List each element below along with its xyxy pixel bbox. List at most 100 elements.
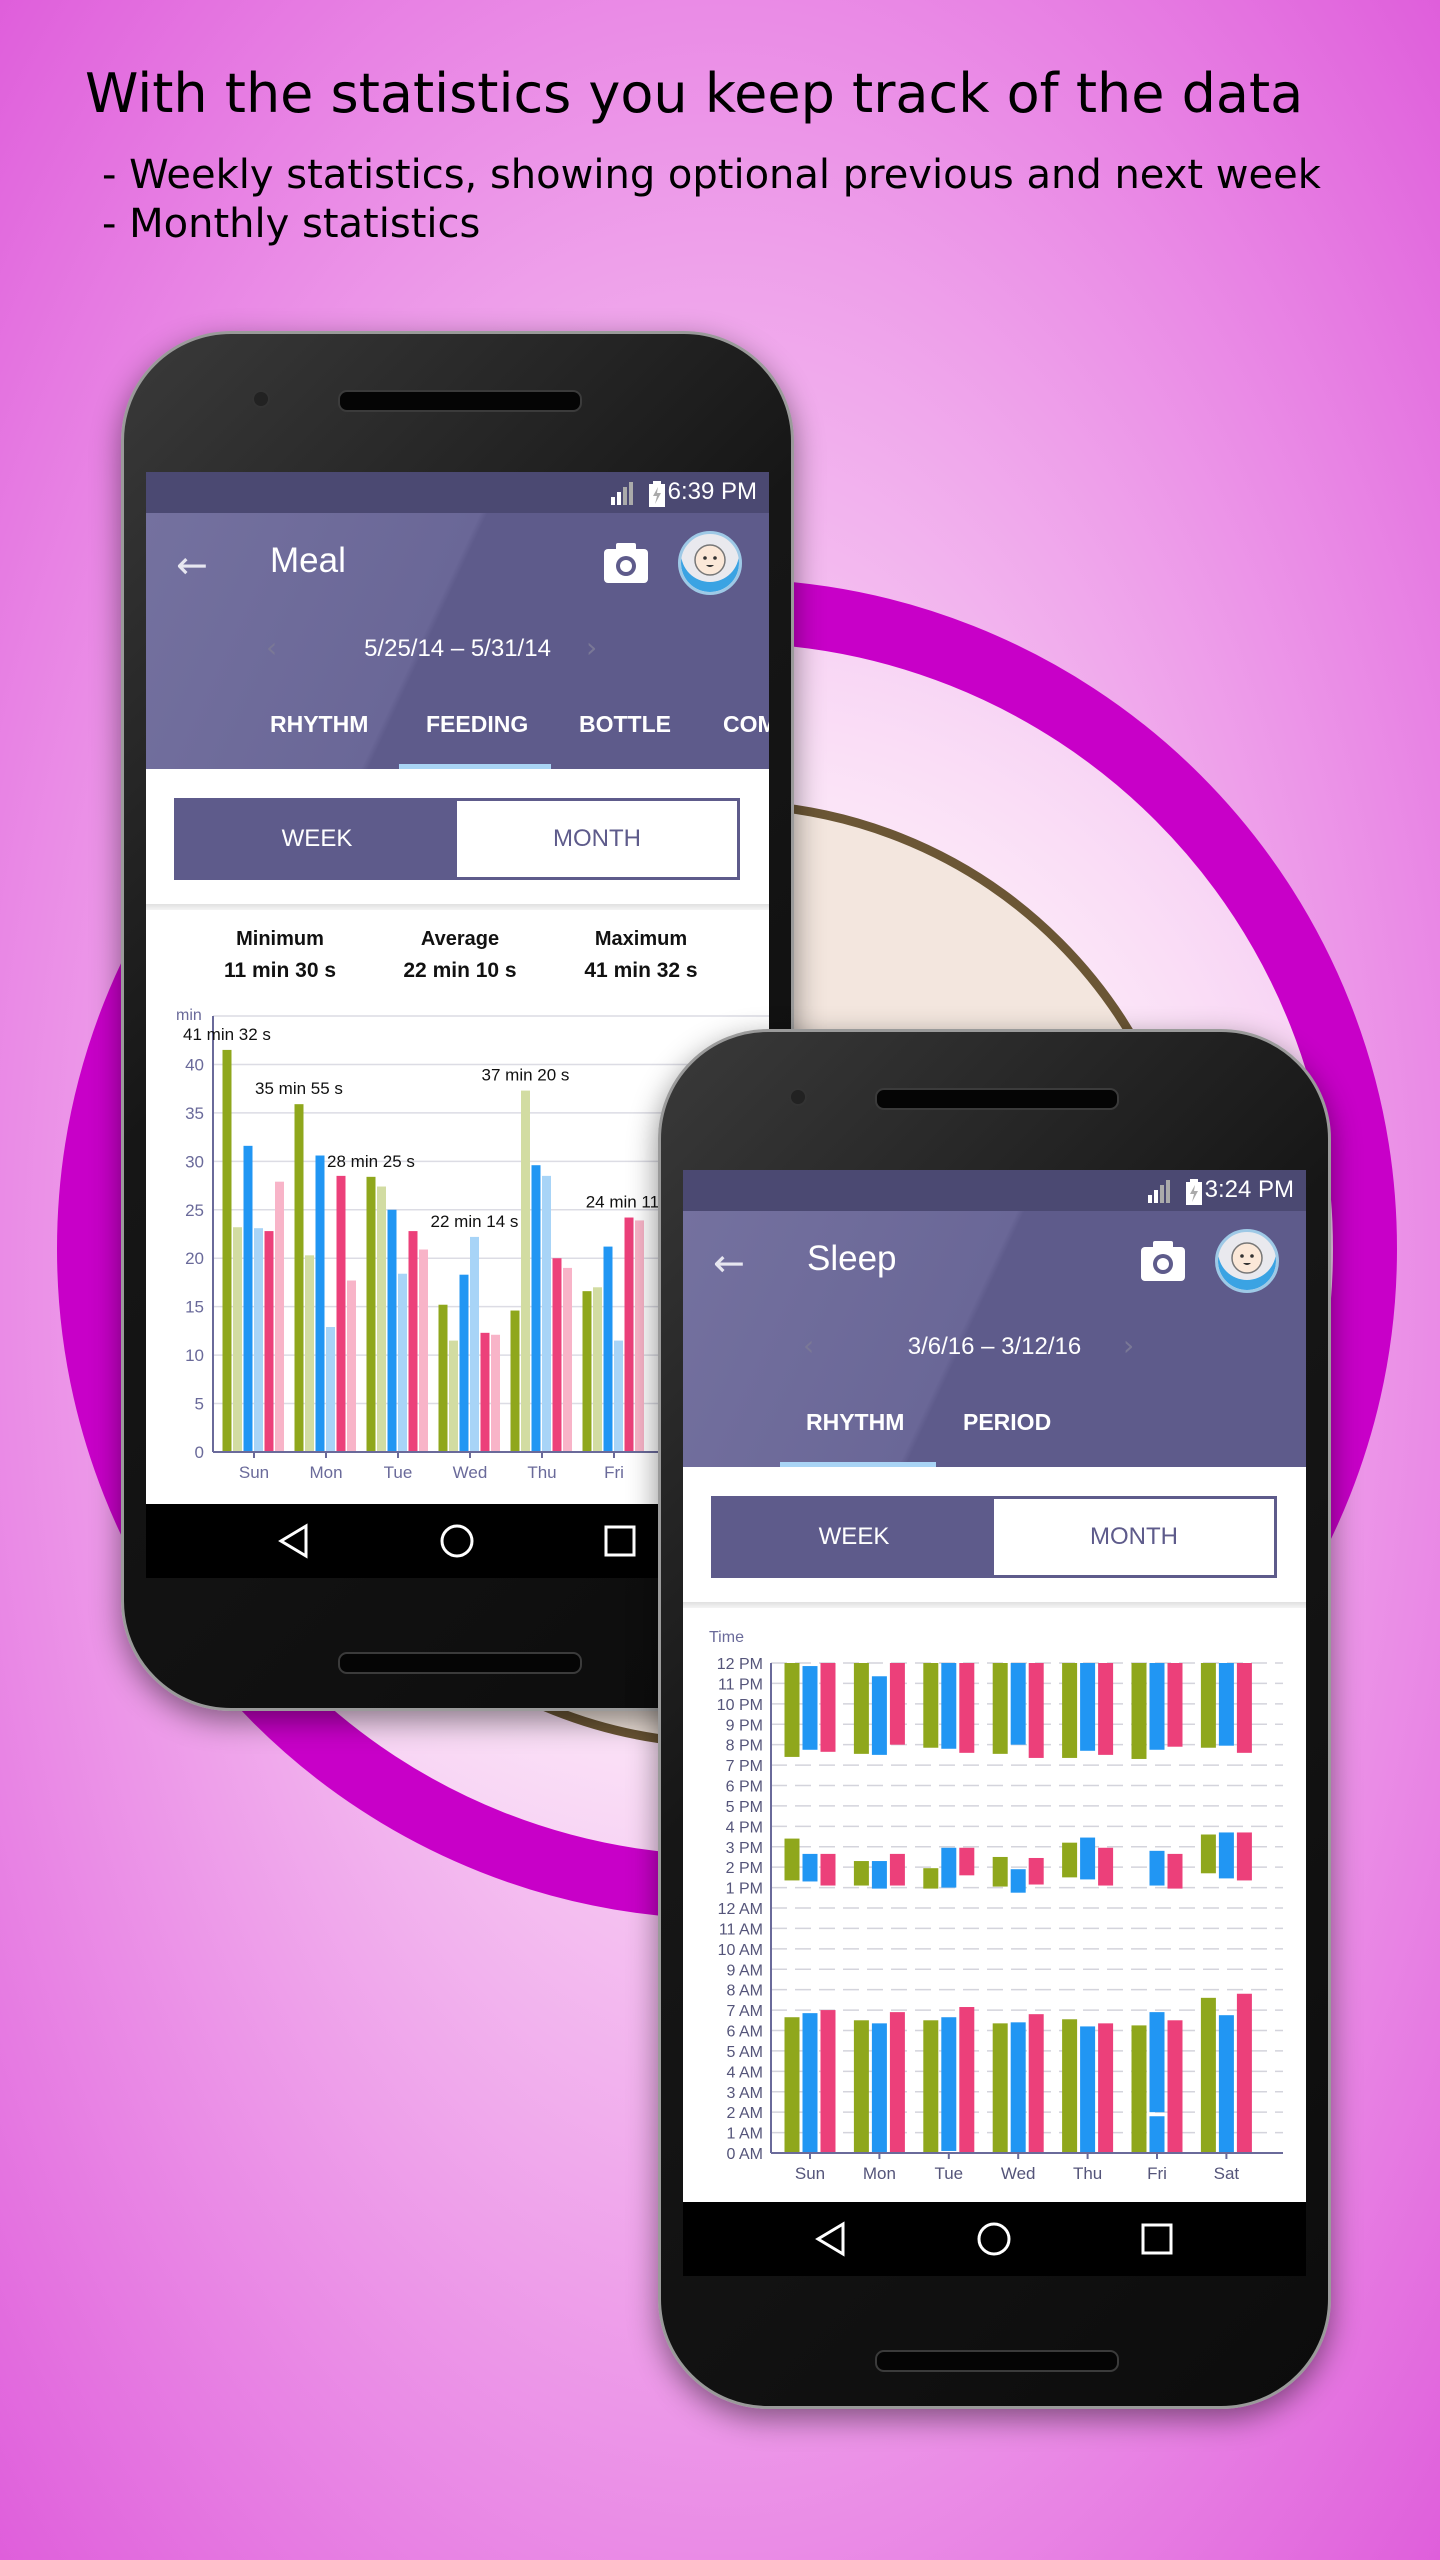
y-axis-label: min (176, 1007, 202, 1024)
sleep-bar-wed-2 (1028, 1663, 1044, 1758)
sleep-bar-sun-2 (820, 2010, 836, 2153)
bar-tue-1 (377, 1186, 386, 1452)
sleep-bar-fri-0 (1131, 2025, 1147, 2153)
sleep-bar-fri-0 (1131, 1663, 1147, 1759)
y-tick-label: 11 PM (718, 1676, 763, 1693)
y-tick-label: 12 AM (718, 1901, 763, 1918)
y-tick-label: 4 AM (727, 2064, 763, 2081)
sleep-bar-tue-1 (941, 1847, 957, 1888)
sleep-bar-fri-2 (1167, 2020, 1183, 2153)
y-tick-label: 5 PM (726, 1799, 763, 1816)
sleep-bar-thu-2 (1098, 1663, 1114, 1755)
sleep-bar-mon-0 (853, 1663, 869, 1754)
sleep-bar-sun-1 (802, 2013, 818, 2153)
sleep-bar-sat-1 (1218, 1832, 1234, 1879)
bar-mon-0 (294, 1104, 304, 1452)
bar-sun-3 (254, 1228, 263, 1452)
sleep-bar-wed-1 (1010, 2022, 1026, 2153)
bar-fri-3 (614, 1340, 623, 1452)
sleep-bar-sat-0 (1200, 1834, 1216, 1874)
y-tick-label: 30 (185, 1152, 204, 1171)
bar-sun-1 (233, 1227, 242, 1452)
back-triangle-icon[interactable] (813, 2221, 849, 2257)
data-label: 41 min 32 s (183, 1025, 271, 1044)
y-tick-label: 8 AM (727, 1983, 763, 2000)
y-tick-label: 0 AM (727, 2146, 763, 2163)
sleep-bar-sun-0 (784, 1838, 800, 1881)
sleep-rhythm-chart: Time 0 AM 1 AM 2 AM 3 AM 4 AM 5 AM 6 AM 7 AM 8 AM… (709, 1629, 1283, 2183)
sleep-bar-fri-1 (1149, 2116, 1165, 2153)
sleep-bar-sat-1 (1218, 1663, 1234, 1746)
sleep-bar-mon-2 (889, 2012, 905, 2153)
bar-thu-5 (563, 1267, 572, 1452)
sleep-bar-wed-0 (992, 1663, 1008, 1754)
sleep-bar-mon-1 (871, 1676, 887, 1755)
sleep-bar-sat-2 (1236, 1993, 1252, 2153)
sleep-bar-sun-0 (784, 2017, 800, 2153)
bar-fri-1 (593, 1287, 602, 1452)
bar-tue-2 (387, 1209, 397, 1452)
x-tick-label: Sun (239, 1463, 269, 1482)
x-tick-label: Wed (453, 1463, 488, 1482)
y-tick-label: 9 PM (726, 1717, 763, 1734)
bullet-monthly: - Monthly statistics (102, 201, 481, 247)
sleep-bar-sun-2 (820, 1853, 836, 1886)
sleep-bar-sat-0 (1200, 1663, 1216, 1748)
sleep-bar-fri-2 (1167, 1663, 1183, 1747)
y-tick-label: 7 AM (727, 2003, 763, 2020)
y-tick-label: 35 (185, 1104, 204, 1123)
recents-square-icon[interactable] (602, 1523, 638, 1559)
x-tick-label: Mon (309, 1463, 342, 1482)
bar-wed-4 (480, 1332, 490, 1452)
data-label: 37 min 20 s (482, 1066, 570, 1085)
sleep-bar-mon-2 (889, 1663, 905, 1745)
y-tick-label: 6 AM (727, 2024, 763, 2041)
sleep-bar-sat-0 (1200, 1997, 1216, 2153)
sleep-bar-mon-1 (871, 1861, 887, 1889)
home-circle-icon[interactable] (439, 1523, 475, 1559)
bar-fri-4 (624, 1217, 634, 1452)
bar-tue-5 (419, 1249, 428, 1452)
sleep-bar-thu-0 (1062, 1663, 1078, 1758)
y-tick-label: 0 (195, 1443, 204, 1462)
sleep-bar-mon-1 (871, 2023, 887, 2152)
bar-thu-4 (552, 1258, 562, 1452)
y-axis-label: Time (709, 1629, 744, 1646)
data-label: 35 min 55 s (255, 1079, 343, 1098)
bar-tue-4 (408, 1231, 418, 1452)
sleep-bar-tue-0 (923, 2020, 939, 2153)
y-tick-label: 1 AM (727, 2126, 763, 2143)
bar-fri-2 (603, 1246, 613, 1452)
home-circle-icon[interactable] (976, 2221, 1012, 2257)
sleep-bar-sun-0 (784, 1663, 800, 1757)
x-tick-label: Mon (863, 2164, 896, 2183)
sleep-bar-sat-2 (1236, 1832, 1252, 1881)
sleep-bar-fri-2 (1167, 1853, 1183, 1889)
x-tick-label: Thu (1073, 2164, 1102, 2183)
bar-thu-2 (531, 1165, 541, 1452)
phone-sleep: 3:24 PM ← Sleep ‹ 3/6/16 – 3/12/16 › RHY… (658, 1029, 1331, 2409)
bar-thu-0 (510, 1310, 520, 1452)
sleep-bar-thu-1 (1080, 2026, 1096, 2153)
y-tick-label: 7 PM (726, 1758, 763, 1775)
sleep-bar-tue-1 (941, 1663, 957, 1749)
y-tick-label: 10 AM (718, 1942, 763, 1959)
y-tick-label: 11 AM (719, 1921, 763, 1938)
bar-fri-5 (635, 1220, 644, 1452)
recents-square-icon[interactable] (1139, 2221, 1175, 2257)
bar-wed-0 (438, 1304, 448, 1452)
sleep-bar-sun-1 (802, 1666, 818, 1750)
headline: With the statistics you keep track of th… (85, 62, 1304, 125)
data-label: 28 min 25 s (327, 1152, 415, 1171)
sleep-bar-mon-0 (853, 2020, 869, 2153)
x-tick-label: Sun (795, 2164, 825, 2183)
bar-mon-5 (347, 1280, 356, 1452)
bar-mon-3 (326, 1327, 335, 1452)
x-tick-label: Tue (384, 1463, 413, 1482)
bar-sun-4 (264, 1231, 274, 1452)
sleep-bar-thu-0 (1062, 1842, 1078, 1878)
back-triangle-icon[interactable] (276, 1523, 312, 1559)
front-camera (252, 390, 270, 408)
sleep-bar-wed-1 (1010, 1869, 1026, 1893)
y-tick-label: 8 PM (726, 1738, 763, 1755)
